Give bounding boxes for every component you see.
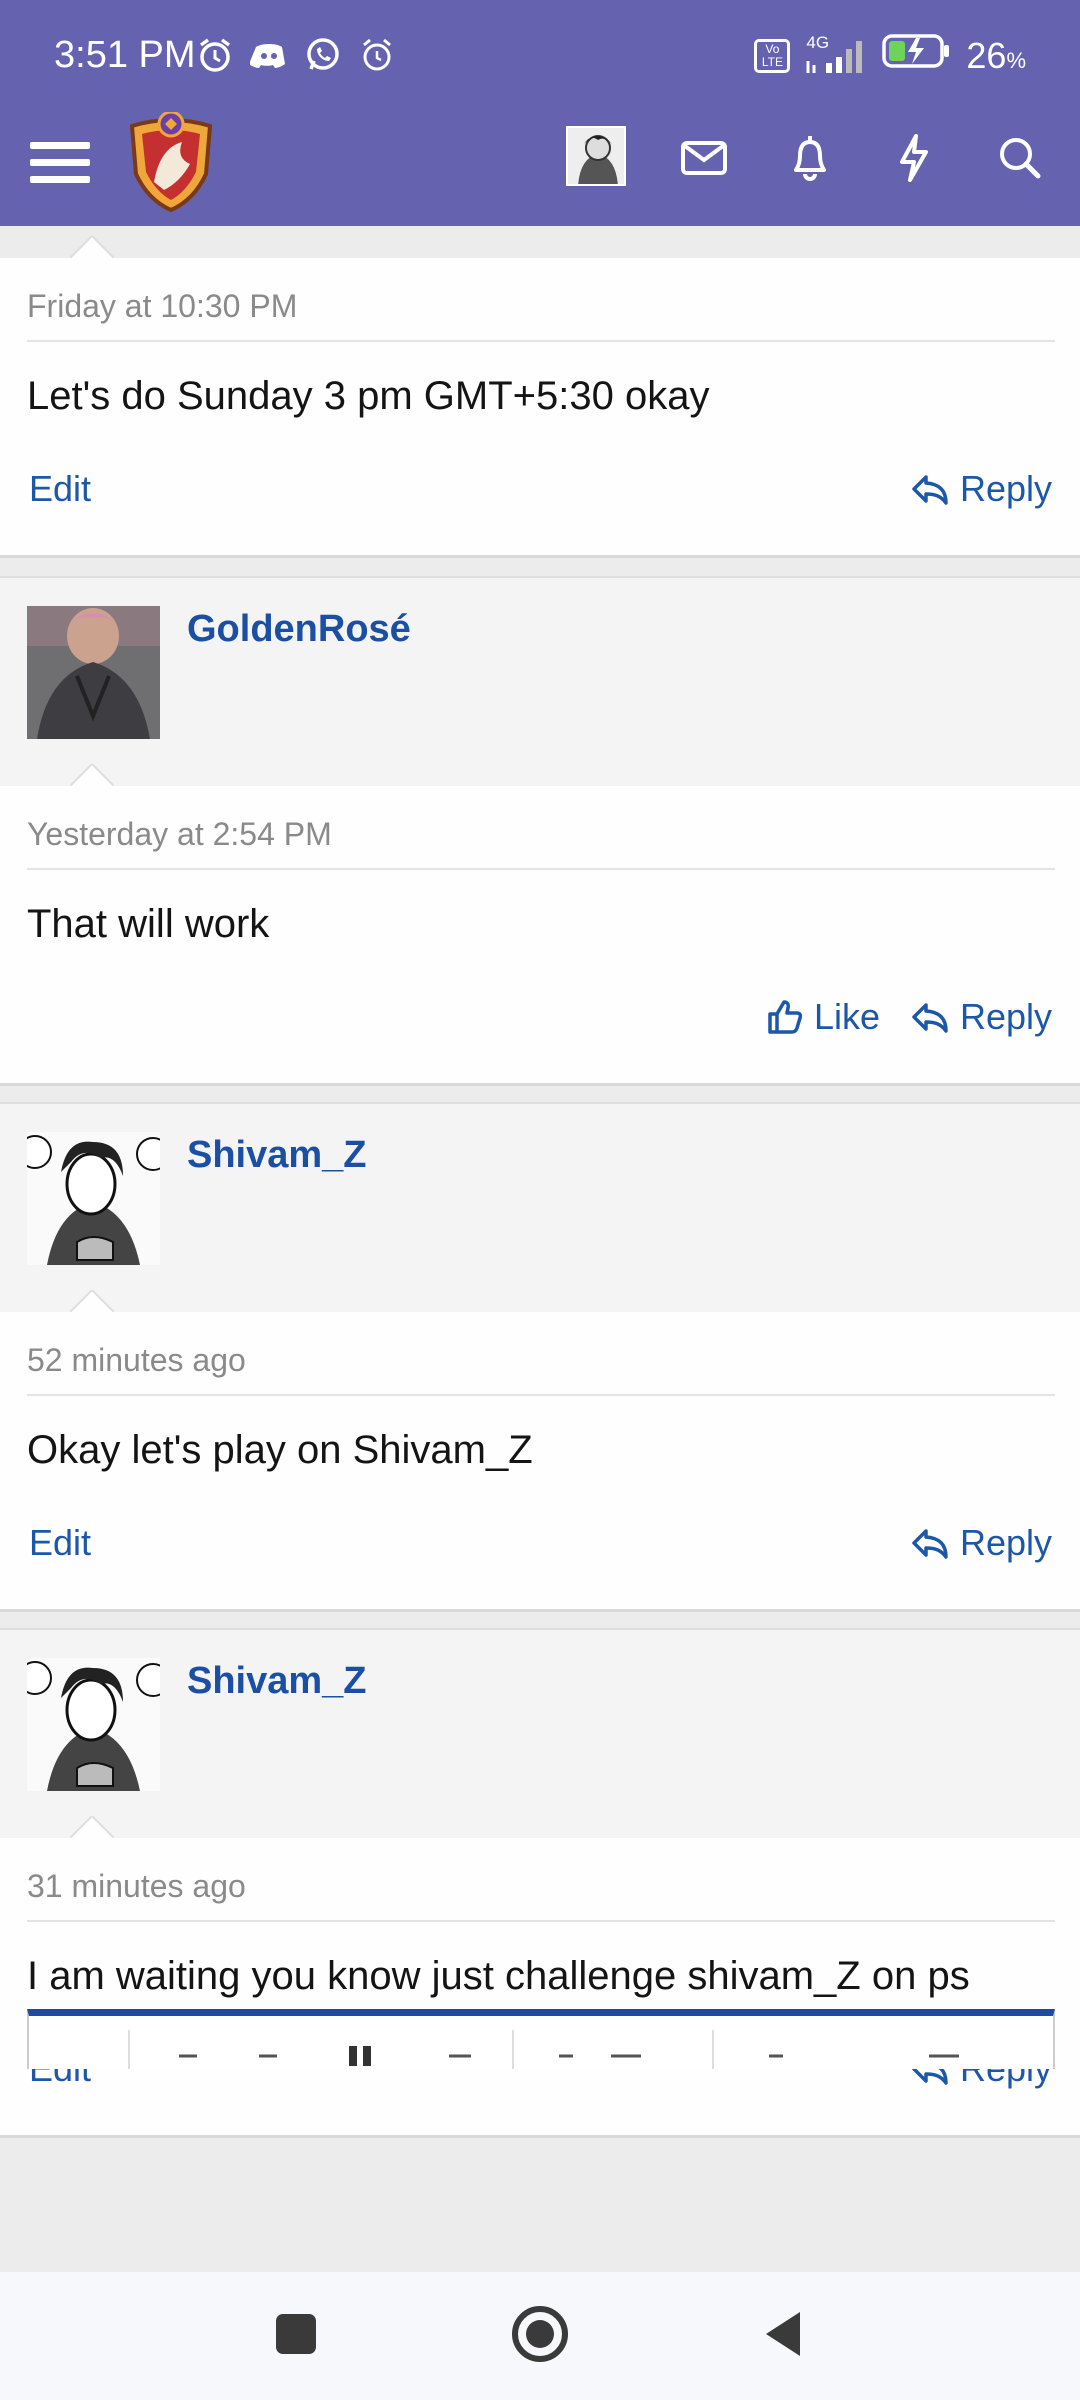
message-text: Okay let's play on Shivam_Z: [27, 1428, 533, 1472]
whatsapp-icon: [304, 36, 342, 74]
message-date[interactable]: Yesterday at 2:54 PM: [27, 816, 332, 853]
message-date[interactable]: 52 minutes ago: [27, 1342, 246, 1379]
username-link[interactable]: Shivam_Z: [187, 1660, 367, 1703]
reply-button[interactable]: Reply: [910, 1522, 1052, 1564]
message-date[interactable]: 31 minutes ago: [27, 1868, 246, 1905]
reply-button[interactable]: Reply: [910, 468, 1052, 510]
alarm-icon: [196, 36, 234, 74]
divider: [27, 1394, 1055, 1396]
divider: [27, 1920, 1055, 1922]
thumbs-up-icon: [768, 1000, 803, 1034]
message-body: 52 minutes ago Okay let's play on Shivam…: [0, 1290, 1080, 1612]
edit-button[interactable]: Edit: [29, 468, 91, 510]
notification-icons: [196, 36, 396, 74]
discord-icon: [249, 36, 288, 74]
reply-icon: [912, 1003, 948, 1033]
caret-decoration: [70, 1816, 114, 1838]
message-header: Shivam_Z: [0, 1628, 1080, 1838]
conversation-thread: Friday at 10:30 PM Let's do Sunday 3 pm …: [0, 226, 1080, 2272]
system-nav-bar: [0, 2272, 1080, 2400]
message-body: 31 minutes ago I am waiting you know jus…: [0, 1816, 1080, 2138]
bolt-icon[interactable]: [886, 130, 942, 186]
app-bar: [0, 110, 1080, 226]
signal-icon: 4G: [804, 33, 868, 75]
divider: [27, 868, 1055, 870]
battery-percent-unit: %: [1006, 47, 1026, 73]
message-text: Let's do Sunday 3 pm GMT+5:30 okay: [27, 374, 710, 418]
mail-icon[interactable]: [676, 130, 732, 186]
bell-icon[interactable]: [782, 130, 838, 186]
caret-decoration: [70, 764, 114, 786]
battery-icon: [882, 32, 952, 79]
volte-icon: Vo LTE: [754, 38, 791, 73]
avatar[interactable]: [27, 606, 160, 739]
reply-button[interactable]: Reply: [910, 996, 1052, 1038]
search-icon[interactable]: [992, 130, 1048, 186]
username-link[interactable]: Shivam_Z: [187, 1134, 367, 1177]
site-logo[interactable]: [124, 110, 218, 213]
caret-decoration: [70, 1290, 114, 1312]
like-button[interactable]: Like: [766, 996, 880, 1038]
editor-toolbar-icons: [128, 2030, 959, 2070]
message-header: GoldenRosé: [0, 576, 1080, 786]
user-avatar[interactable]: [566, 126, 626, 186]
username-link[interactable]: GoldenRosé: [187, 608, 411, 651]
alarm-clock-icon: [358, 36, 396, 74]
status-right: Vo LTE 4G 26%: [754, 32, 1026, 79]
home-button[interactable]: [508, 2302, 572, 2366]
back-button[interactable]: [752, 2302, 816, 2366]
avatar[interactable]: [27, 1132, 160, 1265]
recents-button[interactable]: [264, 2302, 328, 2366]
reply-icon: [912, 1529, 948, 1559]
caret-decoration: [70, 236, 114, 258]
message-body: Friday at 10:30 PM Let's do Sunday 3 pm …: [0, 236, 1080, 558]
message-text: That will work: [27, 902, 270, 946]
divider: [27, 340, 1055, 342]
status-bar: 3:51 PM Vo LTE 4G 26%: [0, 0, 1080, 112]
message-text: I am waiting you know just challenge shi…: [27, 1954, 970, 1998]
hamburger-icon[interactable]: [30, 134, 90, 194]
message-body: Yesterday at 2:54 PM That will work Like…: [0, 764, 1080, 1086]
message-date[interactable]: Friday at 10:30 PM: [27, 288, 297, 325]
reply-icon: [912, 475, 948, 505]
battery-percent: 26: [966, 34, 1007, 76]
avatar[interactable]: [27, 1658, 160, 1791]
reply-editor-toolbar[interactable]: [27, 2009, 1055, 2070]
edit-button[interactable]: Edit: [29, 1522, 91, 1564]
message-header: Shivam_Z: [0, 1102, 1080, 1312]
status-time: 3:51 PM: [54, 34, 196, 76]
